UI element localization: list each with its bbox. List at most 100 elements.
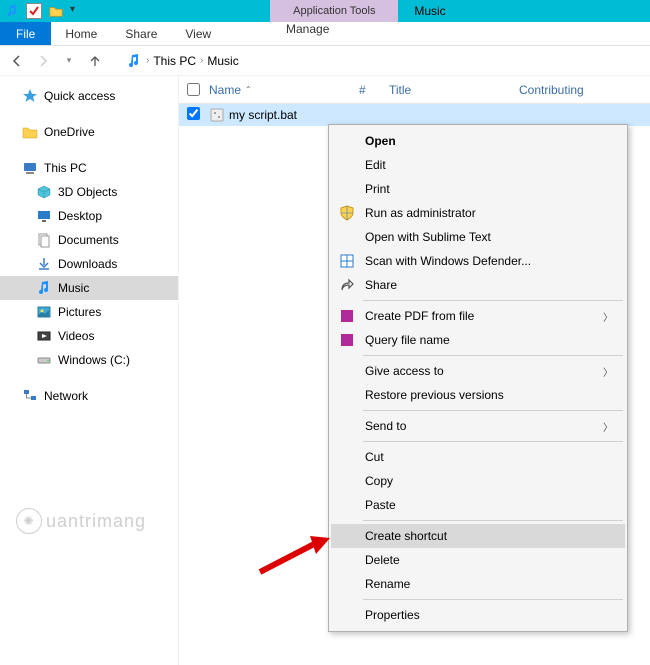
tab-file[interactable]: File [0, 22, 51, 45]
desktop-icon [36, 208, 52, 224]
nav-drive-c[interactable]: Windows (C:) [0, 348, 178, 372]
batch-file-icon [209, 107, 225, 123]
properties-qat-icon[interactable] [26, 3, 42, 19]
menu-delete[interactable]: Delete [331, 548, 625, 572]
select-all-checkbox[interactable] [187, 83, 200, 96]
drive-icon [36, 352, 52, 368]
nav-label: Quick access [44, 89, 115, 103]
nav-label: Network [44, 389, 88, 403]
videos-icon [36, 328, 52, 344]
network-icon [22, 388, 38, 404]
nav-label: Pictures [58, 305, 101, 319]
nav-label: Documents [58, 233, 119, 247]
column-number[interactable]: # [359, 83, 389, 97]
ribbon-tabs: File Home Share View Manage [0, 22, 650, 46]
menu-properties[interactable]: Properties [331, 603, 625, 627]
nav-history-dropdown[interactable]: ▾ [60, 52, 78, 70]
nav-label: Downloads [58, 257, 117, 271]
chevron-right-icon[interactable]: › [200, 55, 203, 66]
qat-dropdown-icon[interactable]: ▾ [70, 4, 84, 18]
menu-separator [363, 599, 623, 600]
menu-print[interactable]: Print [331, 177, 625, 201]
chevron-right-icon: 〉 [603, 309, 613, 324]
nav-desktop[interactable]: Desktop [0, 204, 178, 228]
menu-create-pdf[interactable]: Create PDF from file 〉 [331, 304, 625, 328]
pdf-icon [339, 308, 355, 324]
menu-share[interactable]: Share [331, 273, 625, 297]
menu-open[interactable]: Open [331, 129, 625, 153]
menu-give-access[interactable]: Give access to 〉 [331, 359, 625, 383]
menu-paste[interactable]: Paste [331, 493, 625, 517]
nav-onedrive[interactable]: OneDrive [0, 120, 178, 144]
nav-label: Music [58, 281, 89, 295]
address-bar: ▾ › This PC › Music [0, 46, 650, 76]
menu-create-shortcut[interactable]: Create shortcut [331, 524, 625, 548]
tab-home[interactable]: Home [51, 22, 111, 45]
column-name[interactable]: Name ⌃ [209, 83, 359, 97]
nav-label: 3D Objects [58, 185, 117, 199]
titlebar: ▾ Application Tools Music [0, 0, 650, 22]
menu-open-with-sublime[interactable]: Open with Sublime Text [331, 225, 625, 249]
star-icon [22, 88, 38, 104]
column-contributing[interactable]: Contributing [519, 83, 584, 97]
file-row[interactable]: my script.bat [179, 104, 650, 126]
breadcrumb-music[interactable]: Music [207, 54, 238, 68]
downloads-icon [36, 256, 52, 272]
computer-icon [22, 160, 38, 176]
nav-pictures[interactable]: Pictures [0, 300, 178, 324]
folder-qat-icon[interactable] [48, 3, 64, 19]
nav-music[interactable]: Music [0, 276, 178, 300]
watermark-text: uantrimang [46, 511, 146, 532]
pictures-icon [36, 304, 52, 320]
menu-run-as-admin[interactable]: Run as administrator [331, 201, 625, 225]
menu-restore-versions[interactable]: Restore previous versions [331, 383, 625, 407]
music-icon [126, 53, 142, 69]
tab-view[interactable]: View [171, 22, 225, 45]
file-checkbox[interactable] [187, 107, 200, 120]
nav-back-button[interactable] [8, 52, 26, 70]
menu-separator [363, 355, 623, 356]
watermark-logo-icon: ✺ [16, 508, 42, 534]
tab-manage[interactable]: Manage [272, 22, 343, 36]
menu-separator [363, 410, 623, 411]
nav-label: Videos [58, 329, 94, 343]
menu-edit[interactable]: Edit [331, 153, 625, 177]
defender-icon [339, 253, 355, 269]
3d-icon [36, 184, 52, 200]
nav-label: Windows (C:) [58, 353, 130, 367]
folder-icon [22, 124, 38, 140]
quick-access-toolbar: ▾ [0, 0, 88, 22]
sort-ascending-icon: ⌃ [245, 85, 252, 94]
menu-send-to[interactable]: Send to 〉 [331, 414, 625, 438]
tab-share[interactable]: Share [111, 22, 171, 45]
menu-copy[interactable]: Copy [331, 469, 625, 493]
documents-icon [36, 232, 52, 248]
menu-query-filename[interactable]: Query file name [331, 328, 625, 352]
music-icon [4, 3, 20, 19]
chevron-right-icon[interactable]: › [146, 55, 149, 66]
column-title[interactable]: Title [389, 83, 519, 97]
nav-network[interactable]: Network [0, 384, 178, 408]
menu-separator [363, 300, 623, 301]
contextual-tab-group: Application Tools [270, 0, 398, 22]
menu-scan-defender[interactable]: Scan with Windows Defender... [331, 249, 625, 273]
menu-rename[interactable]: Rename [331, 572, 625, 596]
nav-thispc[interactable]: This PC [0, 156, 178, 180]
nav-downloads[interactable]: Downloads [0, 252, 178, 276]
window-title: Music [398, 0, 467, 22]
nav-label: OneDrive [44, 125, 95, 139]
breadcrumb[interactable]: › This PC › Music [126, 53, 239, 69]
menu-separator [363, 520, 623, 521]
nav-videos[interactable]: Videos [0, 324, 178, 348]
breadcrumb-thispc[interactable]: This PC [153, 54, 196, 68]
nav-forward-button[interactable] [34, 52, 52, 70]
menu-separator [363, 441, 623, 442]
nav-label: Desktop [58, 209, 102, 223]
nav-label: This PC [44, 161, 87, 175]
nav-documents[interactable]: Documents [0, 228, 178, 252]
pdf-icon [339, 332, 355, 348]
nav-quick-access[interactable]: Quick access [0, 84, 178, 108]
menu-cut[interactable]: Cut [331, 445, 625, 469]
nav-3dobjects[interactable]: 3D Objects [0, 180, 178, 204]
nav-up-button[interactable] [86, 52, 104, 70]
